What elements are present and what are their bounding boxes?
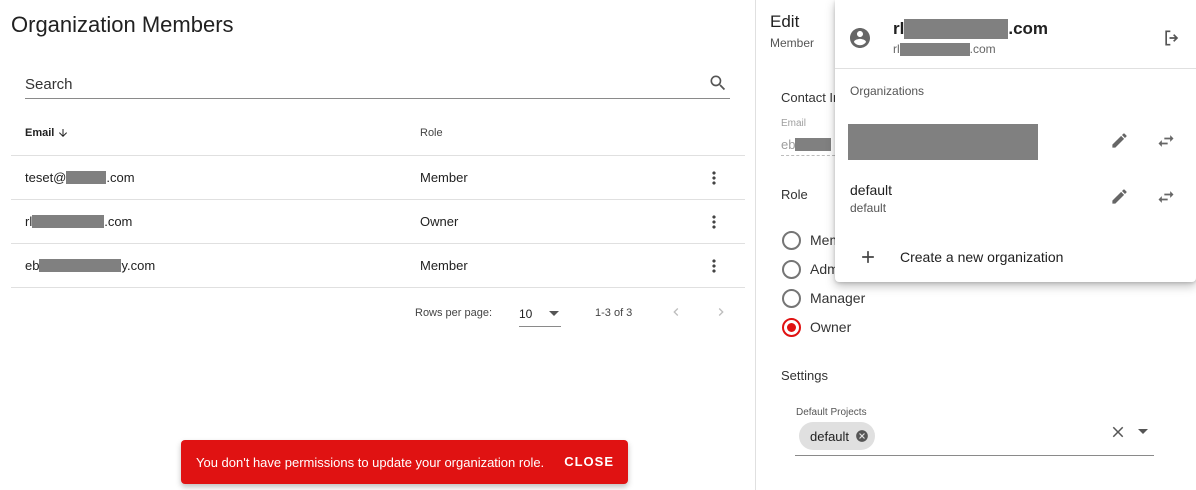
page-title: Organization Members [11,12,234,37]
organization-item[interactable] [835,122,1196,172]
email-prefix: eb [781,137,796,152]
chevron-down-icon[interactable] [1138,429,1148,434]
role-option-label: Manager [810,290,866,306]
table-row[interactable]: eb y.com Member [11,244,745,288]
redacted-org-name [848,124,1038,160]
settings-heading: Settings [781,368,828,383]
menu-divider [835,68,1196,69]
cancel-circle-icon[interactable] [855,429,869,443]
role-option-member[interactable]: Mem [782,229,841,251]
member-email: teset@ .com [25,170,135,185]
email-label: Email [781,118,807,129]
redacted-block [39,259,122,272]
radio-button[interactable] [782,259,801,279]
rows-per-page-select[interactable]: 10 [519,300,561,327]
more-vert-icon[interactable] [704,212,724,232]
account-circle-icon [850,28,870,48]
pencil-icon[interactable] [1110,131,1129,150]
swap-icon[interactable] [1156,131,1176,151]
email-prefix: rl [25,214,33,229]
organizations-heading: Organizations [850,84,925,98]
create-organization-button[interactable]: Create a new organization [835,240,1196,274]
table-row[interactable]: teset@ .com Member [11,156,745,200]
member-role: Member [420,258,468,273]
pagination-range: 1-3 of 3 [595,307,633,319]
pencil-icon[interactable] [1110,187,1129,206]
email-field: eb [781,134,835,156]
email-column-label: Email [25,127,55,139]
account-menu: rl .com rl .com Organizations default de… [835,0,1196,282]
rows-per-page-value: 10 [519,307,533,321]
plus-icon [862,251,874,263]
role-heading: Role [781,187,808,202]
search-field[interactable] [25,70,730,99]
email-suffix: y.com [121,258,156,273]
edit-title: Edit [770,12,800,31]
close-icon[interactable] [1109,423,1127,441]
chevron-left-icon[interactable] [668,304,684,320]
account-name-suffix: .com [1008,19,1049,38]
account-name: rl .com [893,19,1048,39]
account-email-suffix: .com [969,42,996,56]
role-option-owner[interactable]: Owner [782,316,851,338]
contact-info-heading: Contact In [781,90,841,105]
snackbar-message: You don't have permissions to update you… [196,455,545,470]
snackbar-close-button[interactable]: CLOSE [564,454,614,469]
swap-icon[interactable] [1156,187,1176,207]
chevron-down-icon [549,311,559,316]
organization-subtitle: default [850,201,887,215]
role-column-header: Role [420,127,443,139]
member-email: eb y.com [25,258,155,273]
redacted-block [795,138,832,151]
edit-subtitle: Member [770,36,815,50]
table-row[interactable]: rl .com Owner [11,200,745,244]
account-email: rl .com [893,42,996,56]
members-panel: Organization Members Email Role teset@ .… [0,0,756,490]
table-header: Email Role [11,112,745,156]
organization-item[interactable]: default default [835,178,1196,228]
member-email: rl .com [25,214,132,229]
search-input[interactable] [25,72,685,96]
chip-label: default [810,428,850,444]
redacted-block [66,171,107,184]
account-email-prefix: rl [893,42,900,56]
error-snackbar: You don't have permissions to update you… [181,440,628,484]
create-organization-label: Create a new organization [900,249,1064,265]
email-prefix: teset@ [25,170,67,185]
chevron-right-icon[interactable] [713,304,729,320]
role-option-label: Owner [810,319,852,335]
default-projects-field[interactable]: Default Projects default [795,400,1154,456]
organization-name: default [850,182,893,198]
member-role: Member [420,170,468,185]
logout-icon[interactable] [1162,28,1182,48]
redacted-block [32,215,105,228]
more-vert-icon[interactable] [704,256,724,276]
rows-per-page-label: Rows per page: [415,307,493,319]
member-role: Owner [420,214,459,229]
email-suffix: .com [106,170,135,185]
arrow-down-icon [59,129,68,137]
more-vert-icon[interactable] [704,168,724,188]
project-chip: default [799,422,876,450]
account-name-prefix: rl [893,19,905,38]
members-table: Email Role teset@ .com Member rl .com Ow… [11,112,745,288]
role-option-admin[interactable]: Adm [782,258,839,280]
email-column-header[interactable]: Email [25,127,69,139]
email-suffix: .com [104,214,133,229]
redacted-block [904,19,1009,39]
redacted-block [899,42,970,56]
radio-button[interactable] [782,230,801,250]
radio-button-selected[interactable] [782,317,801,337]
radio-button[interactable] [782,288,801,308]
role-option-manager[interactable]: Manager [782,287,865,309]
default-projects-label: Default Projects [796,407,867,418]
pagination: Rows per page: 10 1-3 of 3 [11,296,745,330]
search-icon[interactable] [708,73,728,93]
email-prefix: eb [25,258,40,273]
